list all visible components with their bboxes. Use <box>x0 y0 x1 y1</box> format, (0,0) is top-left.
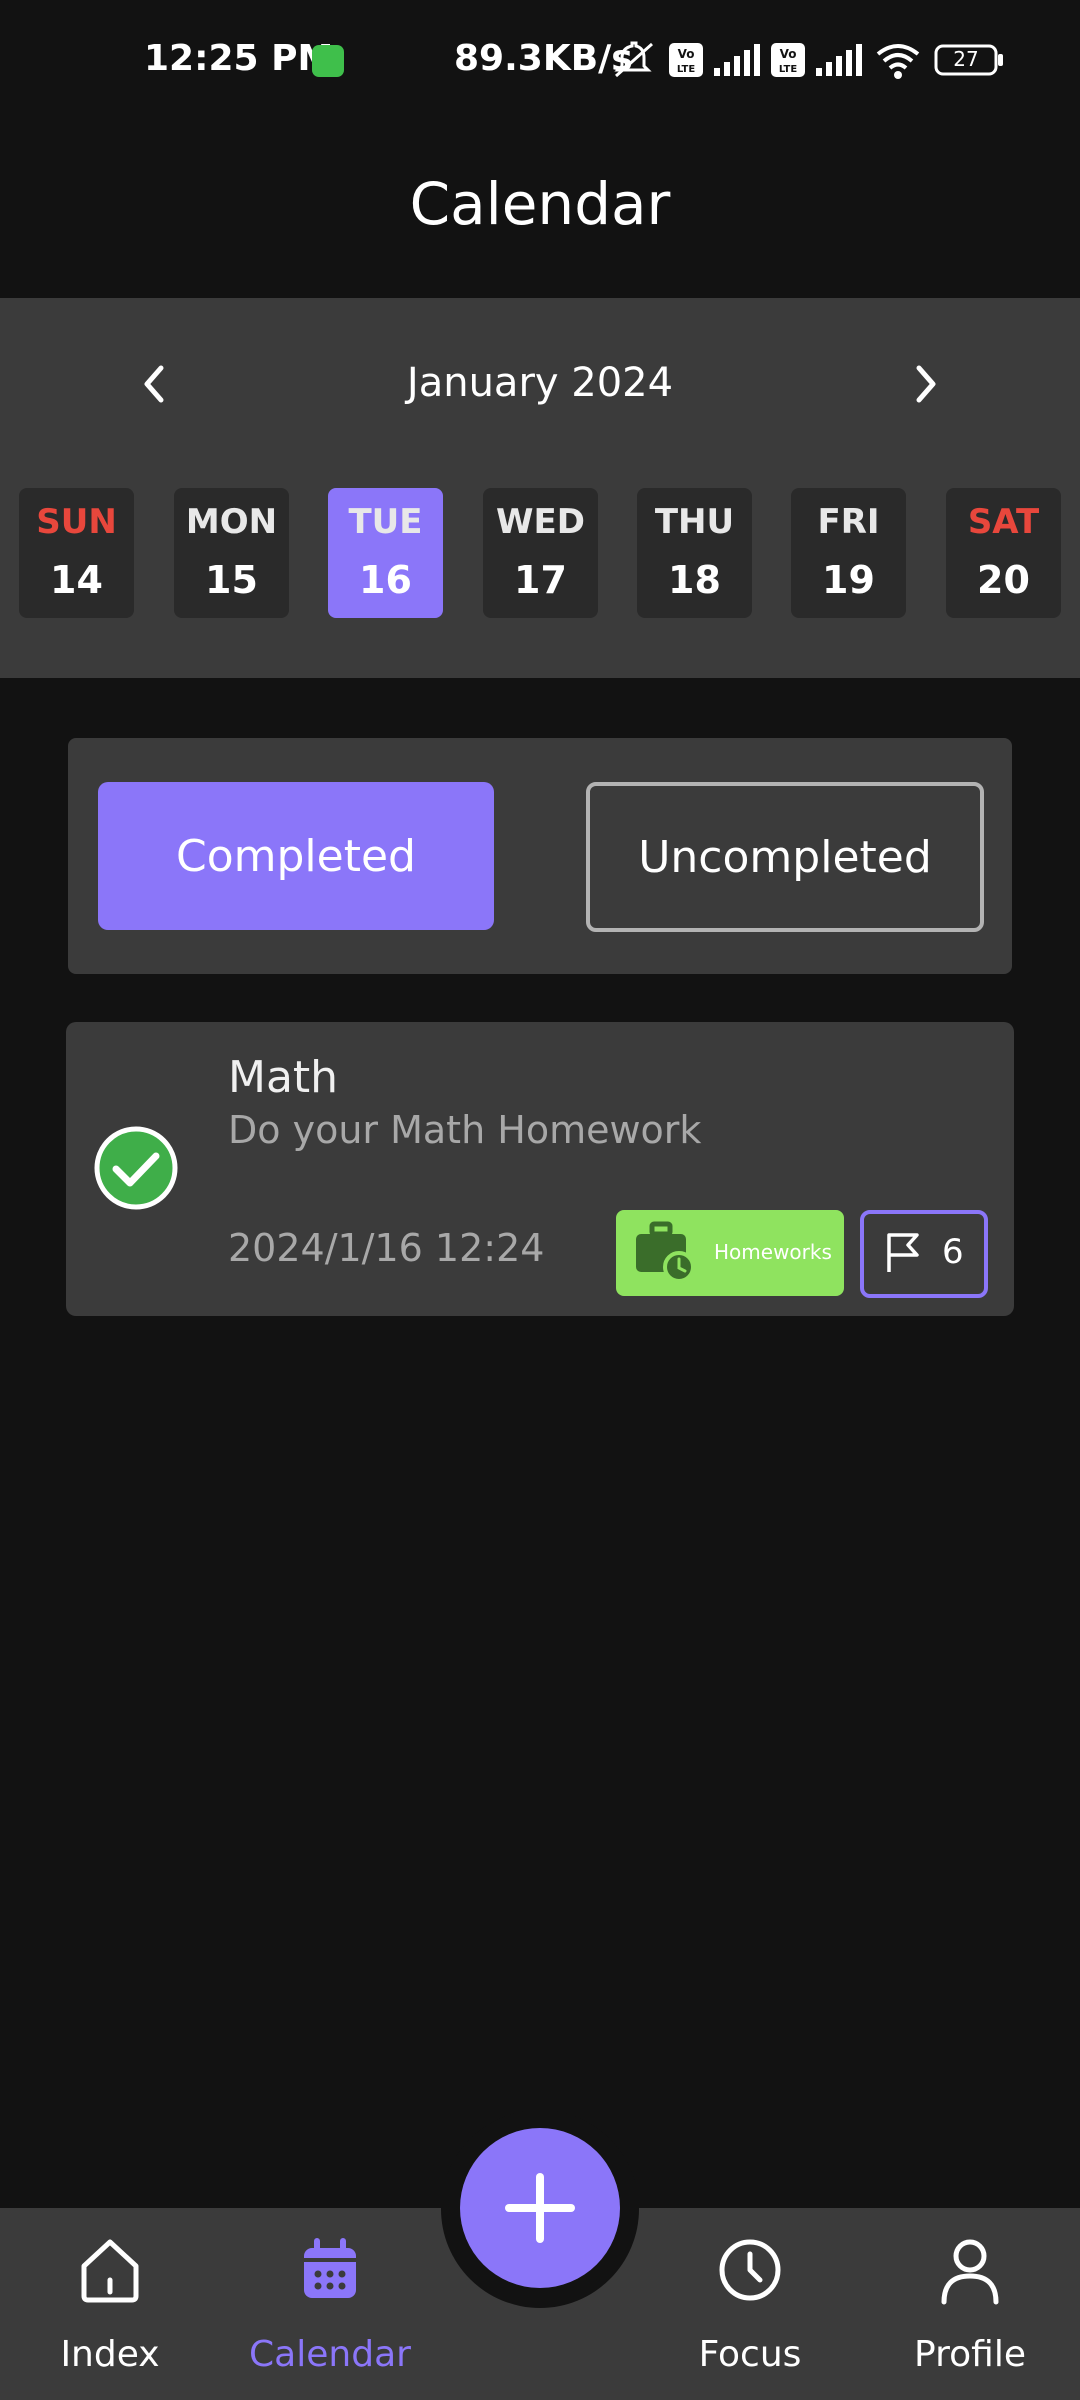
svg-text:Vo: Vo <box>780 47 797 61</box>
day-name: MON <box>185 502 278 542</box>
app-root: 12:25 PM 89.3KB/s Vo LTE Vo LTE 27 Calen… <box>0 0 1080 2400</box>
mute-icon <box>614 41 653 78</box>
nav-label: Focus <box>698 2334 802 2375</box>
day-wed[interactable]: WED 17 <box>483 488 598 618</box>
day-sat[interactable]: SAT 20 <box>946 488 1061 618</box>
clock-icon <box>719 2239 781 2301</box>
svg-text:LTE: LTE <box>779 64 798 75</box>
day-number: 14 <box>50 558 103 602</box>
nav-label: Calendar <box>249 2334 411 2375</box>
network-speed: 89.3KB/s <box>454 38 633 79</box>
day-name: THU <box>654 502 735 542</box>
day-name: FRI <box>817 502 880 542</box>
volte-icon: Vo LTE <box>669 43 703 77</box>
task-date: 2024/1/16 12:24 <box>228 1226 545 1270</box>
day-number: 17 <box>514 558 567 602</box>
day-number: 19 <box>822 558 875 602</box>
status-bar: 12:25 PM 89.3KB/s Vo LTE Vo LTE 27 <box>0 0 1080 120</box>
day-name: SAT <box>967 502 1040 542</box>
priority-value: 6 <box>942 1232 964 1272</box>
nav-profile[interactable]: Profile <box>870 2230 1070 2390</box>
day-number: 20 <box>977 558 1030 602</box>
day-number: 16 <box>359 558 412 602</box>
category-label: Homeworks <box>714 1240 832 1264</box>
status-time: 12:25 PM <box>144 38 334 79</box>
nav-label: Index <box>60 2334 160 2375</box>
day-number: 15 <box>205 558 258 602</box>
user-icon <box>941 2239 999 2305</box>
day-number: 18 <box>668 558 721 602</box>
week-calendar: January 2024 SUN 14 MON 15 TUE 16 WED 17… <box>0 298 1080 678</box>
completed-button[interactable]: Completed <box>98 782 494 930</box>
day-mon[interactable]: MON 15 <box>174 488 289 618</box>
check-circle-icon[interactable] <box>94 1126 178 1210</box>
nav-calendar[interactable]: Calendar <box>230 2230 430 2390</box>
svg-text:LTE: LTE <box>677 64 696 75</box>
nav-focus[interactable]: Focus <box>650 2230 850 2390</box>
plus-icon <box>505 2173 575 2243</box>
app-notification-icon <box>312 45 344 77</box>
day-name: TUE <box>348 502 423 542</box>
volte-icon: Vo LTE <box>771 43 805 77</box>
svg-text:Vo: Vo <box>678 47 695 61</box>
task-title: Math <box>228 1052 339 1103</box>
priority-badge: 6 <box>860 1210 988 1298</box>
day-thu[interactable]: THU 18 <box>637 488 752 618</box>
add-task-button[interactable] <box>460 2128 620 2288</box>
briefcase-clock-icon <box>636 1221 695 1283</box>
signal-icon <box>816 44 862 76</box>
chevron-right-icon <box>916 365 936 403</box>
wifi-icon <box>876 44 920 79</box>
task-card[interactable]: Math Do your Math Homework 2024/1/16 12:… <box>66 1022 1014 1316</box>
task-description: Do your Math Homework <box>228 1108 702 1152</box>
signal-icon <box>714 44 760 76</box>
day-sun[interactable]: SUN 14 <box>19 488 134 618</box>
next-week-button[interactable] <box>896 354 956 414</box>
home-icon <box>81 2239 139 2303</box>
nav-index[interactable]: Index <box>10 2230 210 2390</box>
day-name: WED <box>496 502 585 542</box>
day-fri[interactable]: FRI 19 <box>791 488 906 618</box>
battery-icon: 27 <box>934 44 1003 76</box>
uncompleted-button[interactable]: Uncompleted <box>586 782 984 932</box>
flag-icon <box>887 1233 919 1272</box>
day-name: SUN <box>36 502 117 542</box>
battery-level: 27 <box>953 47 979 71</box>
calendar-icon <box>304 2238 356 2298</box>
day-tue[interactable]: TUE 16 <box>328 488 443 618</box>
page-title: Calendar <box>409 170 671 238</box>
category-badge: Homeworks <box>616 1210 844 1296</box>
status-filter: Completed Uncompleted <box>68 738 1012 974</box>
nav-label: Profile <box>914 2334 1026 2375</box>
